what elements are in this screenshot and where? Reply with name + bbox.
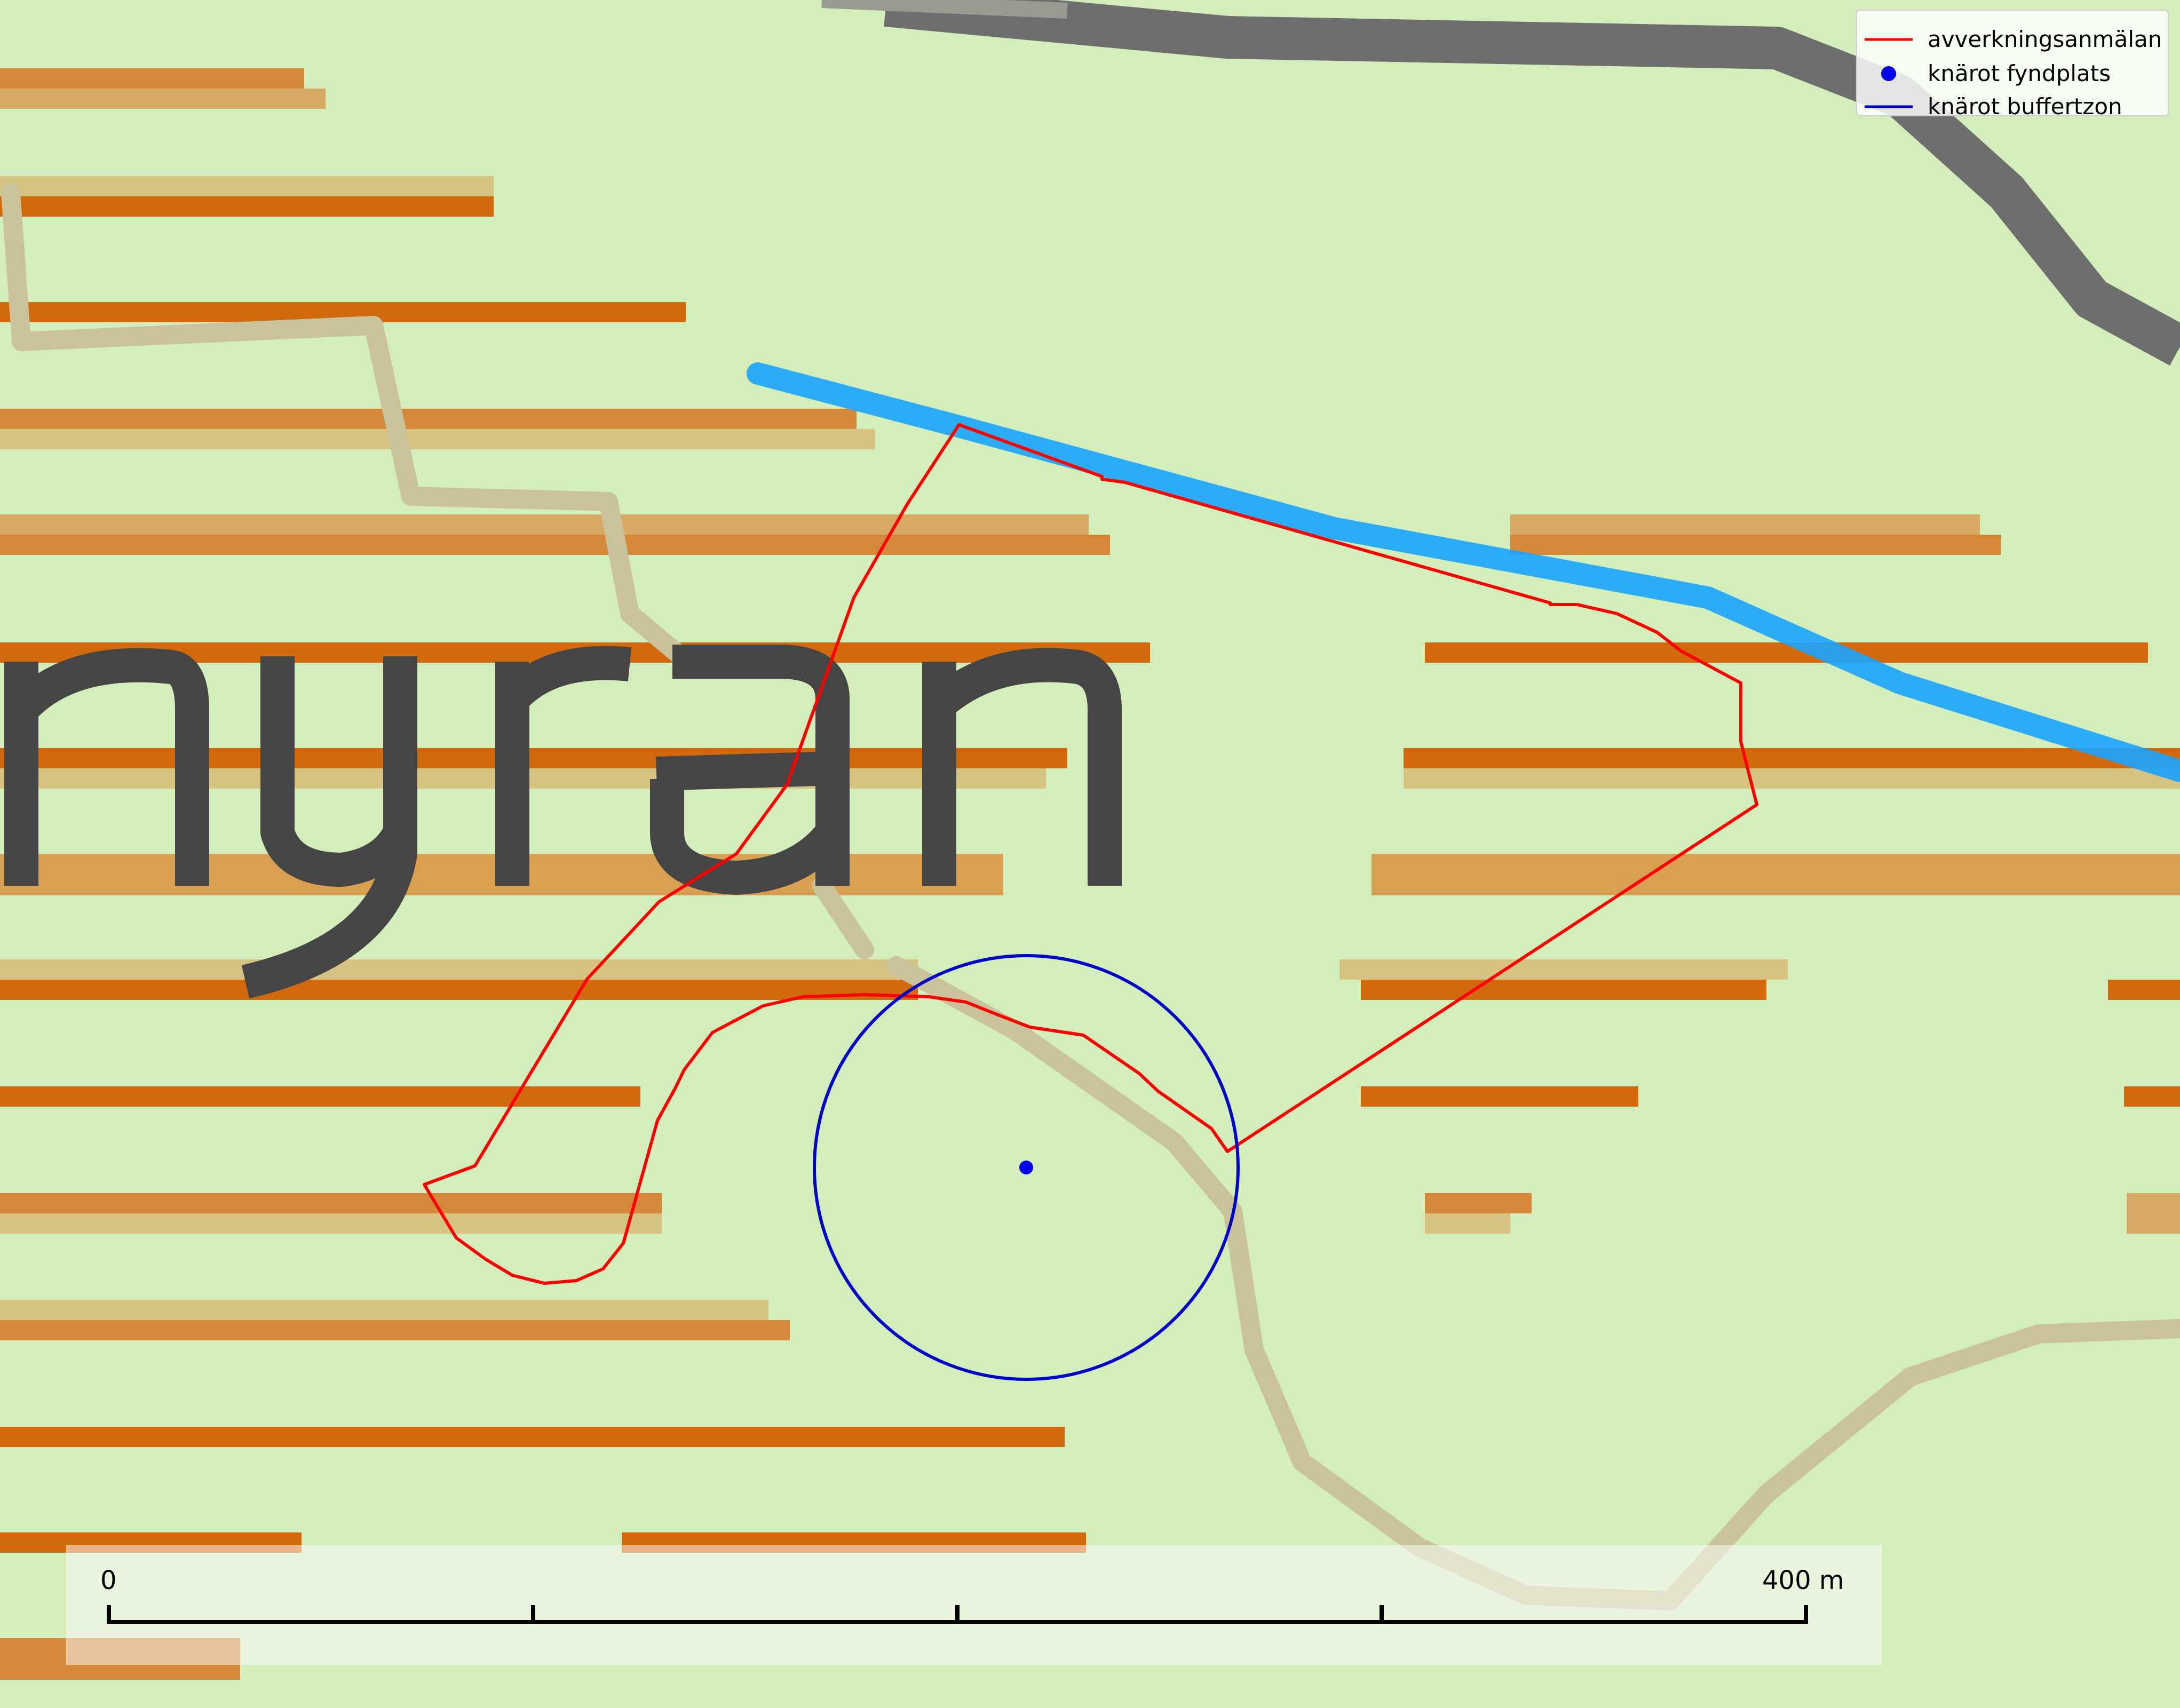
legend-item-find-point: knärot fyndplats: [1857, 58, 2168, 90]
red-line-icon: [1865, 38, 1913, 41]
blue-dot-icon: [1881, 66, 1896, 81]
blue-line-icon: [1865, 105, 1913, 108]
map-legend: avverkningsanmälan knärot fyndplats knär…: [1856, 10, 2169, 120]
legend-item-notification: avverkningsanmälan: [1857, 23, 2168, 55]
legend-label: avverkningsanmälan: [1928, 26, 2162, 52]
scale-line: [107, 1605, 1808, 1624]
legend-label: knärot buffertzon: [1928, 93, 2122, 120]
scale-bar: 0 400 m: [66, 1545, 1882, 1665]
find-point-marker[interactable]: [1019, 1161, 1033, 1174]
legend-item-buffer-zone: knärot buffertzon: [1857, 91, 2168, 123]
legend-label: knärot fyndplats: [1928, 60, 2111, 86]
map-canvas[interactable]: [0, 0, 2180, 1708]
